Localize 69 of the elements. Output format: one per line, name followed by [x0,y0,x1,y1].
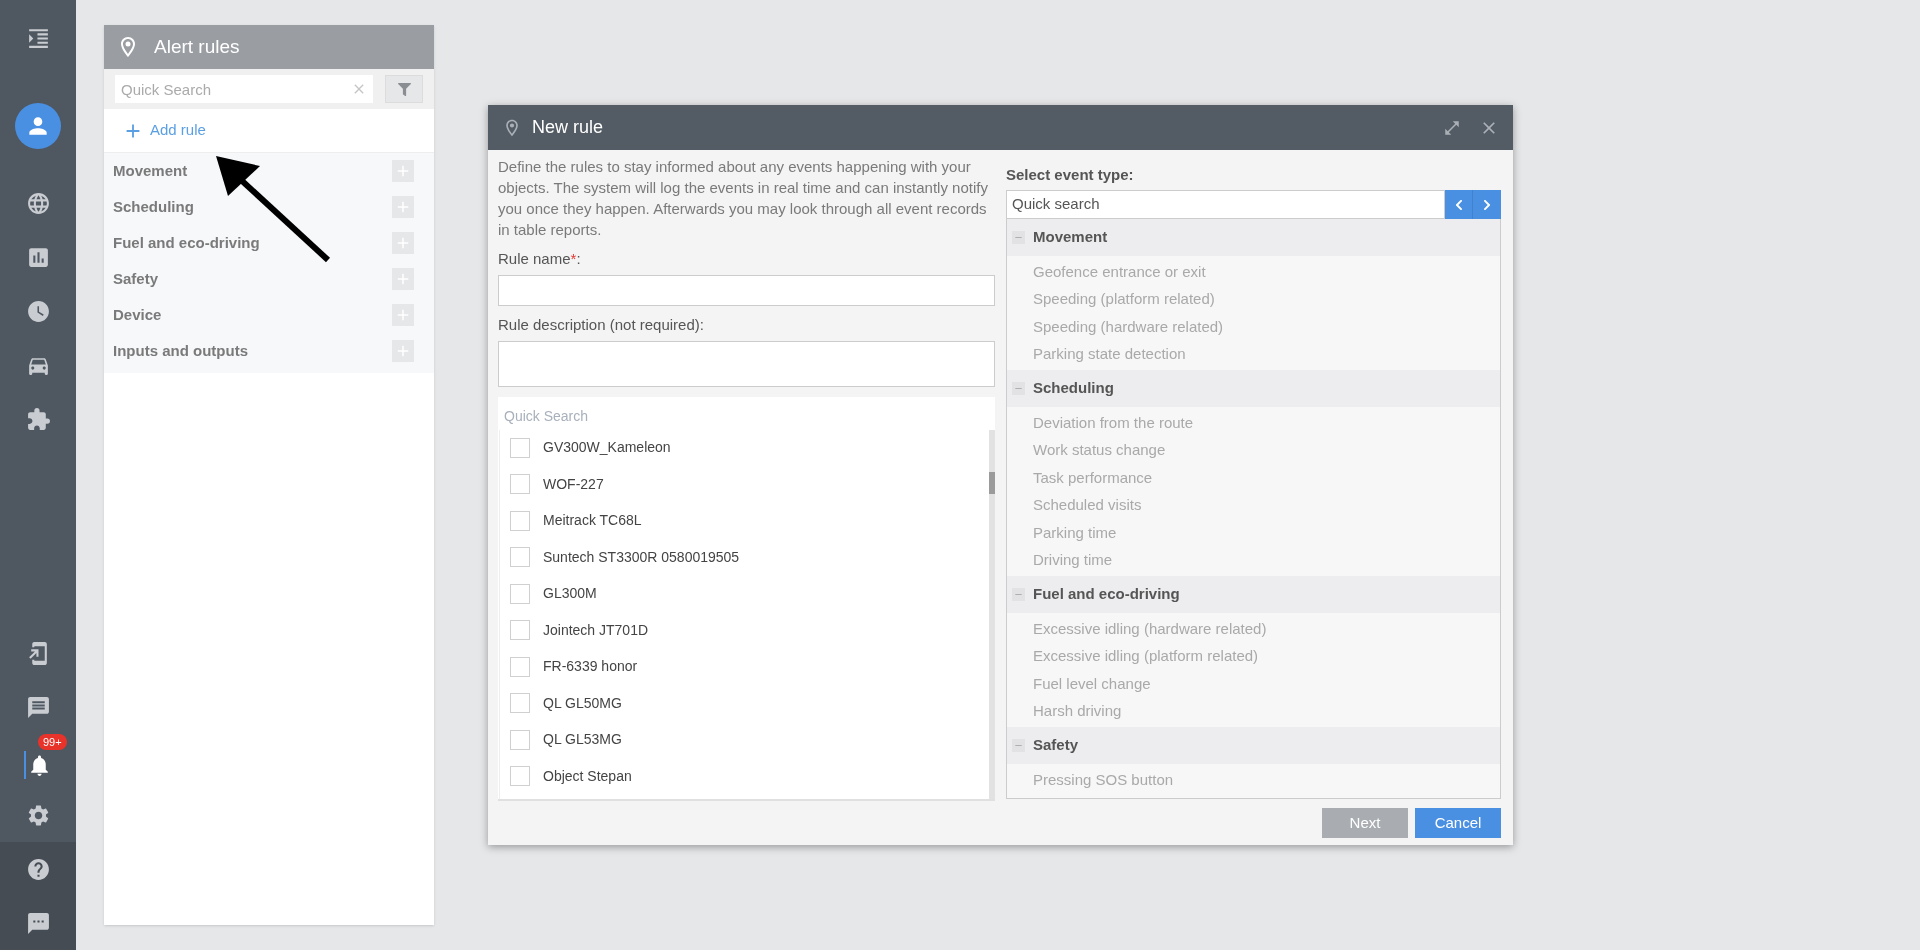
object-row[interactable]: QL GL50MG [500,685,989,722]
add-category-button[interactable] [392,268,414,290]
help-icon [25,856,51,882]
category-label: Fuel and eco-driving [113,232,260,253]
add-category-button[interactable] [392,304,414,326]
category-label: Scheduling [113,196,194,217]
object-row[interactable]: GL300M [500,575,989,613]
filter-button[interactable] [385,75,423,103]
collapse-icon [1012,739,1025,752]
event-group-header[interactable]: Safety [1007,727,1500,764]
expand-icon [1443,118,1461,137]
add-category-button[interactable] [392,232,414,254]
category-label: Inputs and outputs [113,340,248,361]
add-category-button[interactable] [392,196,414,218]
globe-icon [25,190,51,216]
object-row[interactable]: Meitrack TC68L [500,502,989,540]
checkbox[interactable] [510,583,530,604]
clock-icon [25,298,51,324]
chevron-right-icon [1481,198,1493,211]
checkbox[interactable] [510,437,530,458]
chat-icon [25,910,51,936]
checkbox[interactable] [510,474,530,495]
event-search-field[interactable]: Quick search [1006,190,1445,219]
collapse-icon [1012,231,1025,244]
category-label: Device [113,304,162,325]
object-row[interactable]: QL GL53MG [500,721,989,759]
add-rule-button[interactable]: Add rule [122,119,206,142]
object-row[interactable]: Suntech ST3300R 0580019505 [500,539,989,576]
object-row[interactable]: GV300W_Kameleon [500,429,989,467]
rule-description-label: Rule description (not required): [498,315,705,336]
intro-text: Define the rules to stay informed about any events happening with your objects. The system will log the events in real time and can instantly notify you once they happen. Afterwards you may look through all event records in table reports. [498,157,989,240]
event-group-header[interactable]: Fuel and eco-driving [1007,576,1500,613]
checkbox[interactable] [510,729,530,750]
category-label: Safety [113,268,159,289]
panel-title: Alert rules [154,34,240,59]
collapse-icon [1012,588,1025,601]
add-category-button[interactable] [392,340,414,362]
object-row[interactable]: Object Stepan [500,758,989,795]
avatar-button[interactable] [15,103,61,149]
next-arrow-button[interactable] [1473,190,1501,219]
category-label: Movement [113,160,188,181]
object-row[interactable]: Jointech JT701D [500,612,989,649]
filter-icon [397,82,411,96]
checkbox[interactable] [510,656,530,677]
object-row[interactable]: FR-6339 honor [500,648,989,686]
rule-name-input[interactable] [498,274,995,307]
scrollbar[interactable] [989,429,995,799]
expand-button[interactable] [1443,118,1461,137]
checkbox[interactable] [510,547,530,568]
add-category-button[interactable] [392,160,414,182]
event-group-header[interactable]: Movement [1007,219,1500,256]
objects-search-field[interactable]: Quick Search [498,396,995,430]
checkbox[interactable] [510,510,530,531]
cancel-button[interactable]: Cancel [1415,808,1501,838]
object-row[interactable]: WOF-227 [500,466,989,503]
message-icon [25,694,51,720]
search-field[interactable]: Quick Search [115,75,374,103]
notification-badge: 99+ [38,734,67,750]
puzzle-icon [25,406,51,432]
rule-name-label: Rule name*: [498,249,582,269]
checkbox[interactable] [510,620,530,641]
dialog-title: New rule [532,116,605,139]
rule-description-input[interactable] [498,340,995,387]
event-group-header[interactable]: Scheduling [1007,370,1500,407]
checkbox[interactable] [510,766,530,787]
previous-button[interactable] [1445,190,1473,219]
checkbox[interactable] [510,693,530,714]
collapse-icon [1012,382,1025,395]
event-type-heading: Select event type: [1006,165,1135,185]
